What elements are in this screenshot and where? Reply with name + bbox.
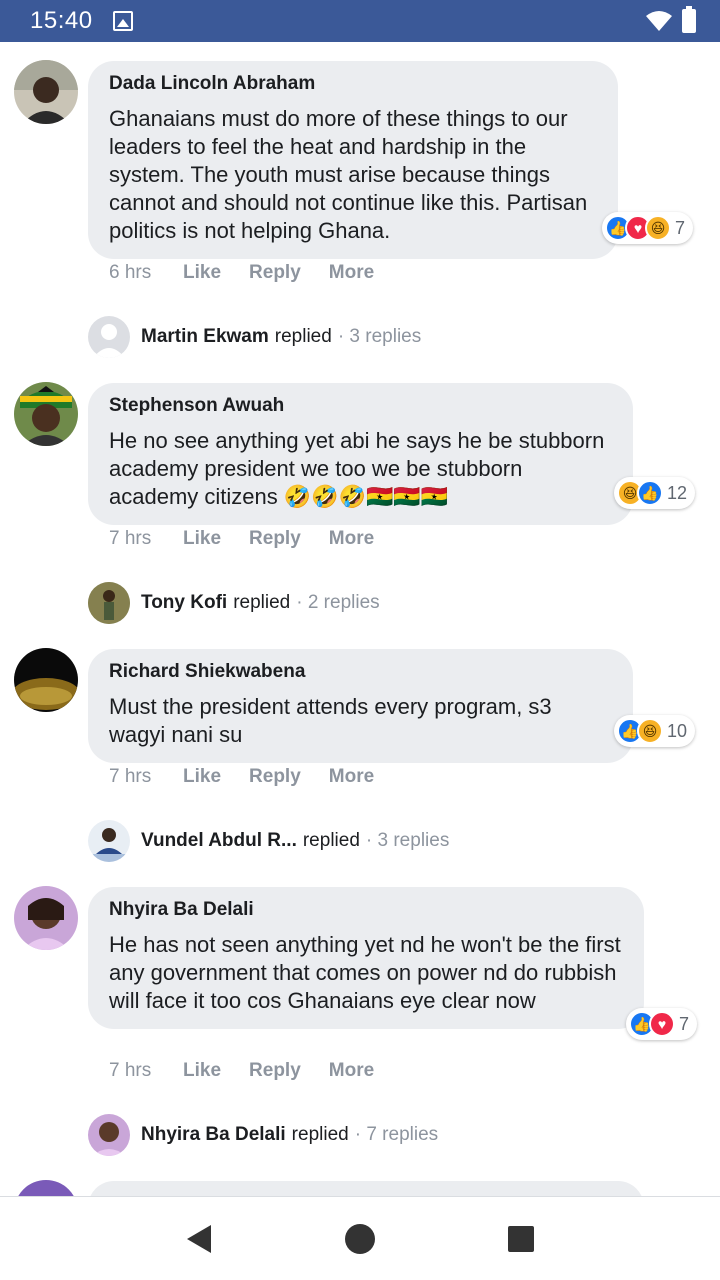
reaction-count: 7 — [679, 1013, 690, 1034]
love-reaction-icon: ♥ — [649, 1011, 675, 1037]
comment-actions: 7 hrs Like Reply More — [109, 528, 402, 550]
reply-verb: replied — [291, 1124, 349, 1145]
status-bar: 15:40 — [0, 0, 720, 42]
reply-button[interactable]: Reply — [249, 1060, 301, 1082]
reply-author: Vundel Abdul R... — [141, 830, 297, 851]
comment-bubble[interactable] — [88, 1181, 644, 1196]
home-button[interactable] — [340, 1219, 380, 1259]
replies-link[interactable]: Tony Kofi replied · 2 replies — [88, 582, 380, 624]
reply-verb: replied — [274, 326, 332, 347]
more-button[interactable]: More — [329, 766, 374, 788]
comment-time[interactable]: 6 hrs — [109, 262, 183, 284]
back-icon — [186, 1224, 211, 1253]
like-button[interactable]: Like — [183, 528, 221, 550]
reply-author: Tony Kofi — [141, 592, 228, 613]
reply-verb: replied — [302, 830, 360, 851]
reply-avatar — [88, 1114, 130, 1156]
reply-count: · 2 replies — [296, 592, 380, 613]
comment-bubble[interactable]: Stephenson Awuah He no see anything yet … — [88, 383, 633, 525]
comment-time[interactable]: 7 hrs — [109, 1060, 183, 1082]
reaction-summary[interactable]: 👍 ♥ 😆 7 — [602, 212, 694, 244]
comment-author[interactable]: Dada Lincoln Abraham — [109, 73, 598, 95]
comment-text: He no see anything yet abi he says he be… — [109, 428, 605, 509]
comment-time[interactable]: 7 hrs — [109, 766, 183, 788]
reply-author: Martin Ekwam — [141, 326, 269, 347]
reply-author: Nhyira Ba Delali — [141, 1124, 286, 1145]
haha-reaction-icon: 😆 — [645, 215, 671, 241]
reply-avatar — [88, 316, 130, 358]
comment-bubble[interactable]: Dada Lincoln Abraham Ghanaians must do m… — [88, 61, 618, 259]
reaction-summary[interactable]: 👍 ♥ 7 — [626, 1008, 698, 1040]
comment-author[interactable]: Nhyira Ba Delali — [109, 899, 624, 921]
reply-count: · 3 replies — [365, 830, 450, 851]
haha-reaction-icon: 😆 — [637, 718, 663, 744]
recents-button[interactable] — [501, 1219, 541, 1259]
recents-icon — [508, 1225, 535, 1252]
comment-actions: 6 hrs Like Reply More — [109, 262, 402, 284]
replies-link[interactable]: Nhyira Ba Delali replied · 7 replies — [88, 1114, 438, 1156]
avatar[interactable] — [14, 60, 78, 124]
comment-actions: 7 hrs Like Reply More — [109, 766, 402, 788]
comment-actions: 7 hrs Like Reply More — [109, 1060, 402, 1082]
reaction-summary[interactable]: 👍 😆 10 — [614, 715, 696, 747]
battery-icon — [682, 6, 696, 33]
like-reaction-icon: 👍 — [637, 480, 663, 506]
reply-button[interactable]: Reply — [249, 766, 301, 788]
replies-link[interactable]: Martin Ekwam replied · 3 replies — [88, 316, 421, 358]
reply-avatar — [88, 820, 130, 862]
more-button[interactable]: More — [329, 1060, 374, 1082]
reply-count: · 3 replies — [337, 326, 422, 347]
avatar[interactable] — [14, 1180, 78, 1196]
status-icons — [646, 6, 696, 33]
comment-author[interactable]: Stephenson Awuah — [109, 395, 613, 417]
comment-time[interactable]: 7 hrs — [109, 528, 183, 550]
status-time: 15:40 — [30, 7, 93, 34]
like-button[interactable]: Like — [183, 766, 221, 788]
reply-button[interactable]: Reply — [249, 528, 301, 550]
comment-author[interactable]: Richard Shiekwabena — [109, 661, 613, 683]
comment-text: Must the president attends every program… — [109, 694, 552, 747]
wifi-icon — [646, 11, 672, 31]
avatar[interactable] — [14, 648, 78, 712]
home-icon — [344, 1223, 375, 1254]
comment-text: Ghanaians must do more of these things t… — [109, 106, 588, 243]
like-button[interactable]: Like — [183, 262, 221, 284]
reply-button[interactable]: Reply — [249, 262, 301, 284]
reply-count: · 7 replies — [354, 1124, 439, 1145]
more-button[interactable]: More — [329, 528, 374, 550]
reply-verb: replied — [233, 592, 291, 613]
comment-feed[interactable]: Dada Lincoln Abraham Ghanaians must do m… — [0, 42, 720, 1196]
comment-bubble[interactable]: Nhyira Ba Delali He has not seen anythin… — [88, 887, 644, 1029]
more-button[interactable]: More — [329, 262, 374, 284]
reaction-count: 7 — [675, 217, 686, 238]
comment-text: He has not seen anything yet nd he won't… — [109, 932, 621, 1013]
avatar[interactable] — [14, 382, 78, 446]
navigation-bar — [0, 1196, 720, 1280]
reaction-count: 12 — [667, 482, 688, 503]
image-notification-icon — [112, 11, 133, 31]
comment-bubble[interactable]: Richard Shiekwabena Must the president a… — [88, 649, 633, 763]
replies-link[interactable]: Vundel Abdul R... replied · 3 replies — [88, 820, 449, 862]
back-button[interactable] — [179, 1219, 219, 1259]
like-button[interactable]: Like — [183, 1060, 221, 1082]
reaction-count: 10 — [667, 720, 688, 741]
reaction-summary[interactable]: 😆 👍 12 — [614, 477, 696, 509]
reply-avatar — [88, 582, 130, 624]
avatar[interactable] — [14, 886, 78, 950]
